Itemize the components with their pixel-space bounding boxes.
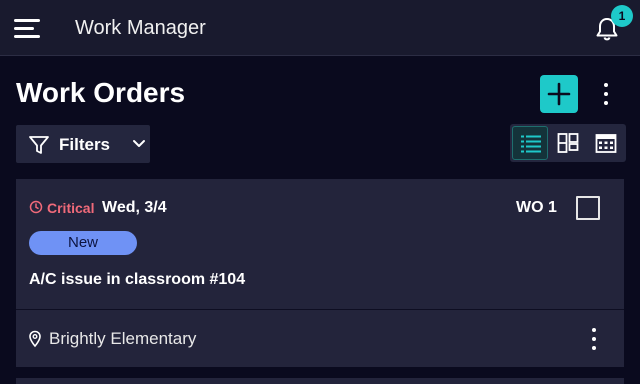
card-divider [16,309,624,310]
add-work-order-button[interactable] [540,75,578,113]
chevron-down-icon [133,140,145,147]
due-date: Wed, 3/4 [102,199,167,216]
next-card-edge [16,378,624,384]
clock-icon [29,200,43,214]
work-order-title: A/C issue in classroom #104 [29,271,246,288]
work-order-number: WO 1 [516,199,557,216]
status-badge: New [29,231,137,255]
board-view-icon [557,133,579,153]
calendar-view-icon [595,134,617,153]
work-order-card[interactable]: Critical Wed, 3/4 WO 1 New A/C issue in … [16,179,624,367]
app-title: Work Manager [75,17,206,39]
view-mode-toggle [510,124,626,162]
filters-label: Filters [59,135,111,154]
calendar-view-button[interactable] [588,126,624,160]
select-checkbox[interactable] [576,196,600,220]
page-title: Work Orders [16,77,186,108]
menu-icon[interactable] [14,17,40,39]
board-view-button[interactable] [550,126,586,160]
list-view-button[interactable] [512,126,548,160]
notification-badge: 1 [611,5,633,27]
plus-icon [547,82,571,106]
location-label: Brightly Elementary [49,329,197,348]
priority-label: Critical [47,200,95,216]
app-bar: Work Manager 1 [0,0,640,56]
card-more-options-button[interactable] [584,326,604,352]
list-view-icon [521,135,541,153]
location-pin-icon [29,330,41,348]
more-options-button[interactable] [596,80,616,108]
filter-icon [29,136,49,154]
filters-button[interactable]: Filters [16,125,150,163]
